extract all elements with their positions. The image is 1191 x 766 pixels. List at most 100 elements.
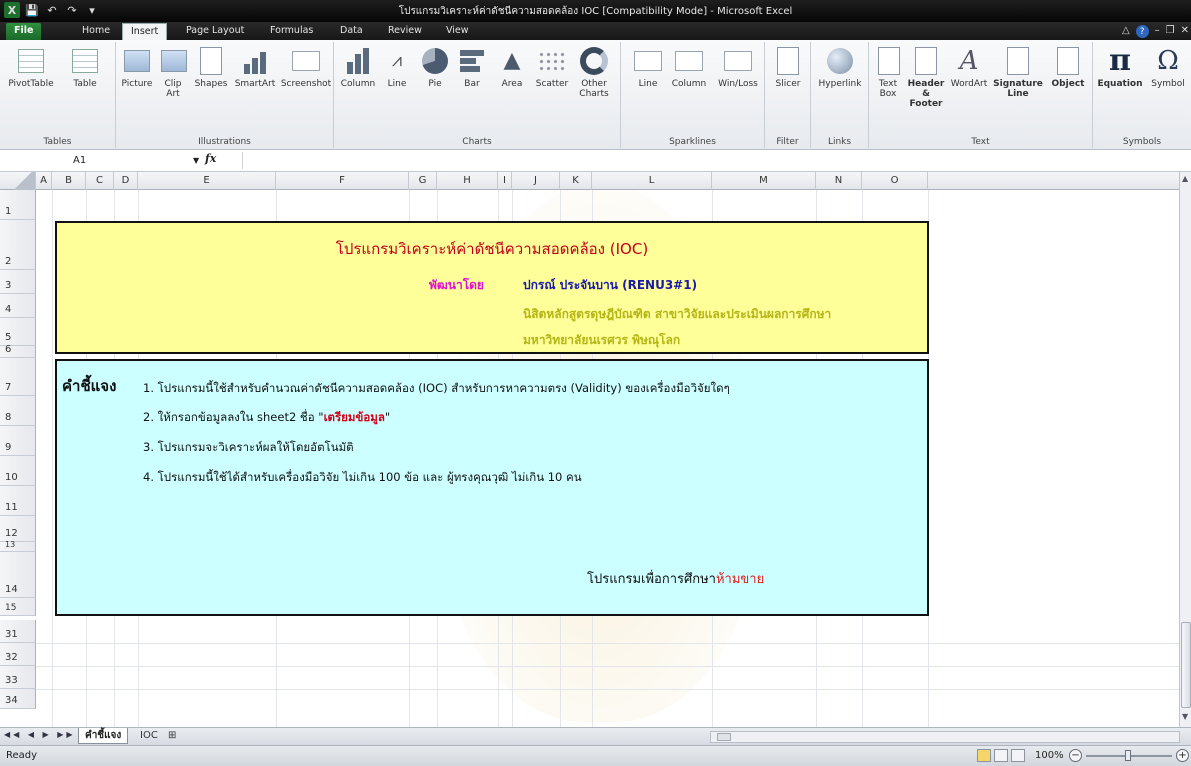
col-header-h[interactable]: H [437, 172, 498, 190]
col-header-o[interactable]: O [862, 172, 928, 190]
line-chart-button[interactable]: ⩘ Line [380, 46, 414, 90]
col-header-a[interactable]: A [36, 172, 52, 190]
col-header-d[interactable]: D [114, 172, 138, 190]
help-icon[interactable]: ? [1135, 25, 1149, 38]
page-break-view-icon[interactable] [1011, 749, 1025, 762]
col-header-e[interactable]: E [138, 172, 276, 190]
row-header-6[interactable]: 6 [0, 344, 36, 358]
clip-art-button[interactable]: Clip Art [158, 46, 188, 99]
column-chart-button[interactable]: Column [338, 46, 378, 89]
horizontal-scroll-thumb[interactable] [717, 733, 731, 741]
smartart-button[interactable]: SmartArt [232, 46, 278, 89]
insert-function-icon[interactable]: fx [205, 152, 216, 165]
scatter-chart-button[interactable]: Scatter [532, 46, 572, 89]
row-header-31[interactable]: 31 [0, 620, 36, 643]
page-layout-view-icon[interactable] [994, 749, 1008, 762]
col-header-k[interactable]: K [560, 172, 592, 190]
row-header-9[interactable]: 9 [0, 426, 36, 456]
area-chart-button[interactable]: ▲ Area [494, 46, 530, 90]
row-header-11[interactable]: 11 [0, 486, 36, 516]
insert-sheet-icon[interactable]: ⊞ [162, 728, 182, 744]
row-header-12[interactable]: 12 [0, 516, 36, 542]
col-header-c[interactable]: C [86, 172, 114, 190]
row-header-5[interactable]: 5 [0, 318, 36, 346]
sparkline-line-button[interactable]: Line [631, 46, 665, 89]
tab-formulas[interactable]: Formulas [262, 23, 321, 40]
slicer-button[interactable]: Slicer [769, 46, 807, 89]
header-footer-button[interactable]: Header & Footer [905, 46, 947, 109]
vertical-scroll-thumb[interactable] [1181, 622, 1191, 708]
picture-button[interactable]: Picture [118, 46, 156, 89]
vertical-scrollbar[interactable]: ▲ ▼ [1179, 172, 1191, 727]
row-header-7[interactable]: 7 [0, 358, 36, 396]
sparkline-column-button[interactable]: Column [669, 46, 709, 89]
not-for-sale-notice: โปรแกรมเพื่อการศึกษาห้ามขาย [587, 572, 765, 587]
pie-chart-button[interactable]: Pie [418, 46, 452, 89]
ribbon-minimize-icon[interactable]: △ [1122, 25, 1130, 38]
sparkline-winloss-button[interactable]: Win/Loss [713, 46, 763, 89]
horizontal-scrollbar[interactable] [710, 731, 1180, 743]
row-header-32[interactable]: 32 [0, 643, 36, 666]
row-header-15[interactable]: 15 [0, 598, 36, 616]
zoom-slider-thumb[interactable] [1125, 750, 1131, 761]
tab-page-layout[interactable]: Page Layout [178, 23, 252, 40]
hyperlink-button[interactable]: Hyperlink [815, 46, 865, 89]
row-header-34[interactable]: 34 [0, 689, 36, 709]
wordart-button[interactable]: A WordArt [949, 46, 989, 89]
select-all-corner[interactable] [0, 172, 36, 190]
col-header-n[interactable]: N [816, 172, 862, 190]
col-header-l[interactable]: L [592, 172, 712, 190]
tab-view[interactable]: View [438, 23, 477, 40]
tab-insert[interactable]: Insert [122, 23, 168, 40]
worksheet-grid[interactable]: A B C D E F G H I J K L M N O 1 2 3 4 5 … [0, 172, 1191, 727]
formula-input[interactable] [242, 152, 1179, 169]
row-header-8[interactable]: 8 [0, 396, 36, 426]
col-header-m[interactable]: M [712, 172, 816, 190]
tab-file[interactable]: File [6, 23, 42, 40]
col-header-b[interactable]: B [52, 172, 86, 190]
other-charts-icon [580, 47, 608, 75]
zoom-in-icon[interactable]: + [1176, 749, 1189, 762]
other-charts-button[interactable]: Other Charts [574, 46, 614, 99]
col-header-f[interactable]: F [276, 172, 409, 190]
screenshot-button[interactable]: Screenshot [280, 46, 332, 89]
table-button[interactable]: Table [62, 46, 108, 89]
minimize-icon[interactable]: – [1155, 25, 1160, 38]
signature-line-button[interactable]: Signature Line [991, 46, 1045, 99]
col-header-i[interactable]: I [498, 172, 512, 190]
row-header-13[interactable]: 13 [0, 540, 36, 552]
scroll-up-icon[interactable]: ▲ [1182, 174, 1188, 183]
row-header-33[interactable]: 33 [0, 666, 36, 689]
sheet-tab-ioc[interactable]: IOC [134, 728, 164, 744]
col-header-j[interactable]: J [512, 172, 560, 190]
bar-chart-button[interactable]: Bar [454, 46, 490, 89]
row-header-3[interactable]: 3 [0, 270, 36, 294]
row-header-14[interactable]: 14 [0, 552, 36, 598]
col-header-g[interactable]: G [409, 172, 437, 190]
sheet-nav-buttons[interactable]: ◀◀ ◀ ▶ ▶▶ [4, 730, 76, 739]
group-label-filter: Filter [776, 137, 799, 147]
row-header-4[interactable]: 4 [0, 294, 36, 318]
restore-icon[interactable]: ❐ [1166, 25, 1175, 38]
pivottable-button[interactable]: PivotTable [6, 46, 56, 89]
zoom-level[interactable]: 100% [1035, 750, 1064, 761]
row-header-2[interactable]: 2 [0, 220, 36, 270]
row-header-1[interactable]: 1 [0, 190, 36, 220]
equation-button[interactable]: π Equation [1095, 46, 1145, 90]
shapes-button[interactable]: Shapes [192, 46, 230, 89]
zoom-out-icon[interactable]: − [1069, 749, 1082, 762]
tab-data[interactable]: Data [332, 23, 371, 40]
row-header-10[interactable]: 10 [0, 456, 36, 486]
text-box-button[interactable]: Text Box [873, 46, 903, 99]
scroll-down-icon[interactable]: ▼ [1182, 712, 1188, 721]
column-chart-icon [347, 48, 369, 74]
author-university: มหาวิทยาลัยนเรศวร พิษณุโลก [523, 333, 681, 347]
close-icon[interactable]: ✕ [1181, 25, 1189, 38]
sheet-tab-instructions[interactable]: คำชี้แจง [78, 728, 129, 744]
tab-home[interactable]: Home [74, 23, 118, 40]
name-box-dropdown-icon[interactable]: ▼ [193, 152, 199, 169]
object-button[interactable]: Object [1047, 46, 1089, 89]
symbol-button[interactable]: Ω Symbol [1147, 46, 1189, 89]
normal-view-icon[interactable] [977, 749, 991, 762]
tab-review[interactable]: Review [380, 23, 430, 40]
